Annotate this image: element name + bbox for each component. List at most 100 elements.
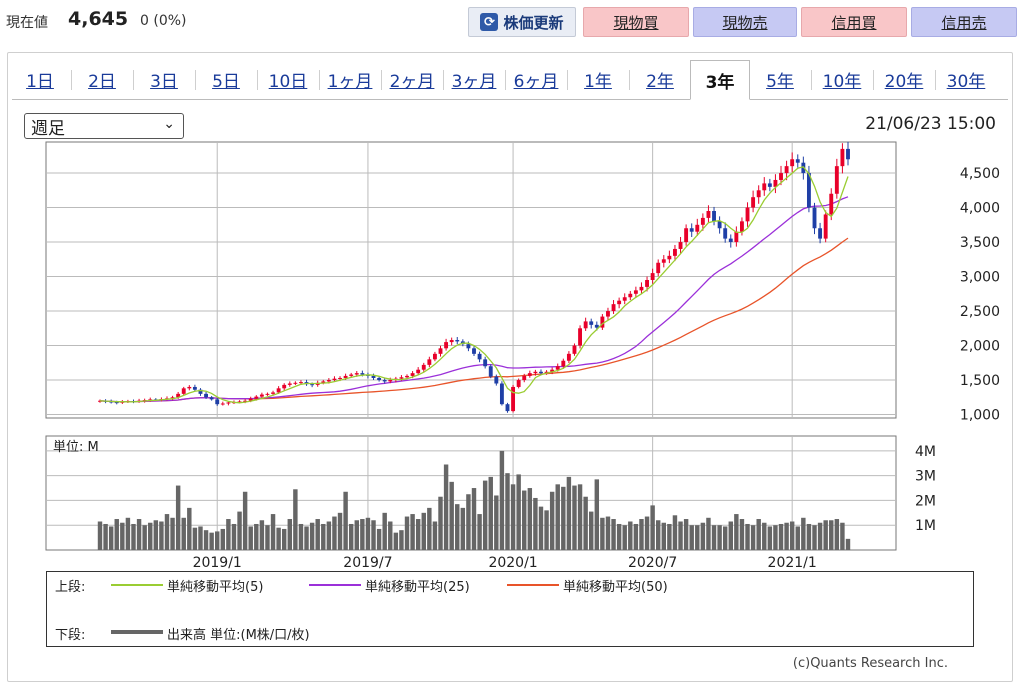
volume-bar xyxy=(443,464,449,550)
volume-bar xyxy=(304,526,309,550)
volume-bar xyxy=(672,515,678,550)
candle-body xyxy=(795,159,800,163)
volume-bar xyxy=(845,538,851,550)
candle-body xyxy=(259,394,264,397)
volume-bar xyxy=(471,488,477,550)
volume-bar xyxy=(583,496,588,550)
candle-body xyxy=(494,376,499,384)
volume-bar xyxy=(522,490,527,550)
volume-bar xyxy=(125,517,131,550)
tab-3y[interactable]: 3年 xyxy=(690,60,750,100)
volume-bar xyxy=(739,519,745,550)
candle-body xyxy=(767,183,772,187)
volume-bar xyxy=(203,530,209,550)
volume-bar xyxy=(237,511,242,550)
candle-body xyxy=(349,374,354,376)
candle-body xyxy=(606,311,610,317)
volume-tick-label: 4M xyxy=(915,444,936,460)
volume-bar xyxy=(309,522,315,550)
legend-ma5-label: 単純移動平均(5) xyxy=(167,580,264,595)
volume-bar xyxy=(689,525,694,550)
volume-bar xyxy=(427,507,432,550)
candle-body xyxy=(790,159,795,167)
volume-bar xyxy=(762,522,767,550)
volume-bar xyxy=(148,522,153,550)
candle-body xyxy=(639,286,644,291)
volume-bar xyxy=(326,521,332,550)
volume-bar xyxy=(159,521,164,550)
candle-body xyxy=(734,231,739,243)
copyright: (c)Quants Research Inc. xyxy=(792,656,948,671)
volume-bar xyxy=(488,476,493,550)
candle-body xyxy=(360,373,365,375)
volume-unit-label: 単位: M xyxy=(53,439,99,455)
volume-bar xyxy=(499,450,505,550)
price-tick-label: 4,500 xyxy=(960,166,1000,182)
volume-bar xyxy=(538,506,544,550)
candle-body xyxy=(215,399,220,405)
candle-body xyxy=(265,393,270,395)
volume-bar xyxy=(482,480,488,550)
x-tick-label: 2021/1 xyxy=(768,555,817,571)
volume-bar xyxy=(700,522,706,550)
volume-bar xyxy=(527,488,533,550)
candle-body xyxy=(455,340,460,342)
volume-bar xyxy=(778,523,784,550)
volume-bar xyxy=(153,520,159,550)
candle-body xyxy=(466,344,471,349)
candle-body xyxy=(444,342,449,349)
candle-body xyxy=(181,388,186,394)
volume-bar xyxy=(399,530,404,550)
candle-body xyxy=(287,383,292,385)
candle-body xyxy=(271,392,275,394)
candle-body xyxy=(812,207,817,229)
candle-body xyxy=(432,353,437,360)
volume-bar xyxy=(789,521,795,550)
price-tick-label: 1,500 xyxy=(960,373,1000,389)
candle-body xyxy=(751,197,756,208)
volume-bar xyxy=(544,510,549,550)
candle-body xyxy=(823,214,828,239)
candle-body xyxy=(405,375,409,378)
candle-body xyxy=(555,366,560,370)
candle-body xyxy=(187,386,192,389)
volume-bar xyxy=(594,479,600,550)
volume-bar xyxy=(678,521,683,550)
candle-body xyxy=(338,377,342,379)
candle-body xyxy=(611,304,616,312)
candle-body xyxy=(656,262,661,274)
volume-bar xyxy=(259,520,265,550)
volume-bar xyxy=(823,520,828,550)
candle-body xyxy=(326,380,331,382)
candle-body xyxy=(628,293,633,298)
candle-body xyxy=(539,371,543,374)
volume-bar xyxy=(683,519,689,550)
volume-bar xyxy=(801,517,806,550)
volume-bar xyxy=(209,532,214,550)
candle-body xyxy=(416,369,421,374)
candle-body xyxy=(382,380,387,382)
candle-body xyxy=(645,280,649,287)
candle-body xyxy=(695,224,700,232)
candle-body xyxy=(310,384,315,386)
volume-bar xyxy=(136,519,142,550)
volume-bar xyxy=(382,512,387,550)
volume-bar xyxy=(577,484,583,550)
volume-bar xyxy=(360,519,365,550)
volume-bar xyxy=(432,521,438,550)
volume-bar xyxy=(376,528,382,550)
volume-bar xyxy=(415,519,421,550)
candle-body xyxy=(282,384,287,389)
volume-bar xyxy=(600,517,605,550)
volume-bar xyxy=(616,523,622,550)
price-tick-label: 2,000 xyxy=(960,339,1000,355)
candle-body xyxy=(472,348,476,354)
candle-body xyxy=(762,183,767,191)
volume-bar xyxy=(477,514,482,550)
candle-body xyxy=(399,377,404,379)
volume-bar xyxy=(628,521,633,550)
candle-body xyxy=(511,386,516,412)
volume-bar xyxy=(455,504,460,550)
volume-bar xyxy=(812,525,817,550)
volume-bar xyxy=(321,523,326,550)
